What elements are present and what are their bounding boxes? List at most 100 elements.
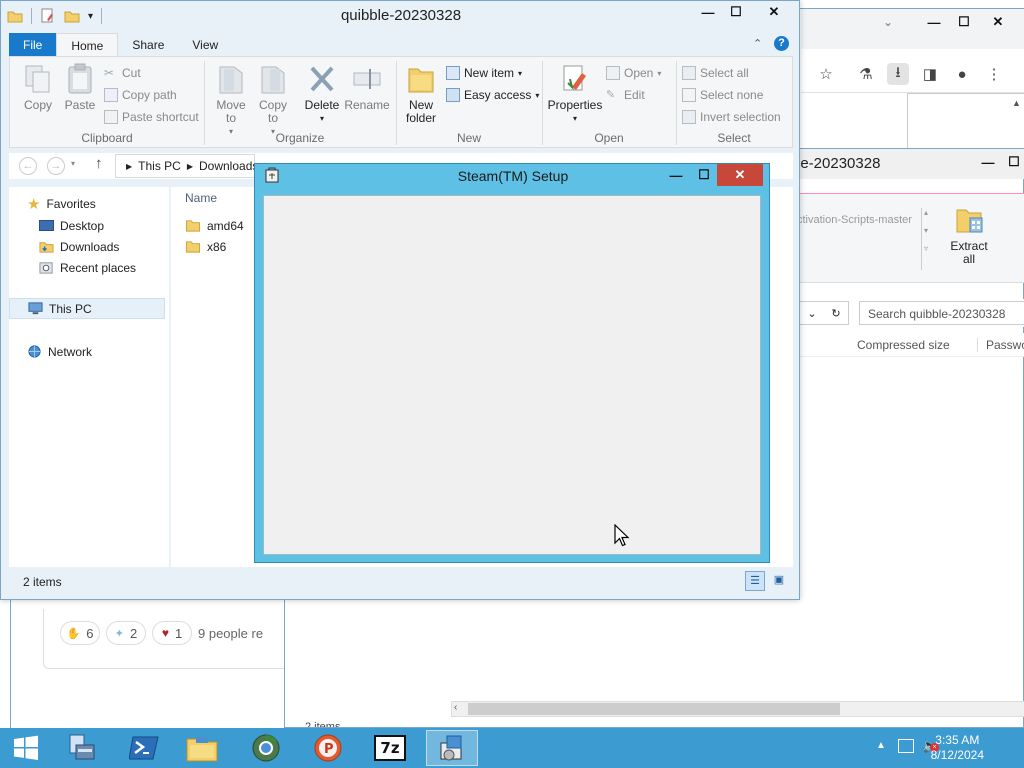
browser-maximize-button[interactable]: ☐ xyxy=(951,13,977,31)
server-manager-taskbar-button[interactable] xyxy=(54,730,106,766)
list-item[interactable]: amd64 xyxy=(185,215,244,236)
reaction-clap-pill[interactable]: ✋ 6 xyxy=(60,621,100,645)
select-none-button[interactable]: Select none xyxy=(682,85,781,105)
address-bar[interactable]: ▶ This PC ▶ Downloads xyxy=(115,154,255,178)
navigation-pane: ★ Favorites Desktop Downloads Recent pla… xyxy=(9,187,169,567)
tab-home[interactable]: Home xyxy=(56,33,119,57)
steam-setup-taskbar-button[interactable] xyxy=(426,730,478,766)
paste-shortcut-button[interactable]: Paste shortcut xyxy=(104,107,199,127)
extract-all-button[interactable]: Extract all xyxy=(945,204,993,266)
nav-this-pc[interactable]: This PC xyxy=(9,298,165,319)
browser-minimize-button[interactable]: — xyxy=(921,13,947,31)
nav-network[interactable]: Network xyxy=(27,341,92,362)
taskbar-clock[interactable]: 3:35 AM 8/12/2024 xyxy=(931,733,984,763)
breadcrumb-downloads[interactable]: Downloads xyxy=(199,159,254,173)
new-item-label: New item xyxy=(464,66,515,80)
ribbon-collapse-icon[interactable]: ⌃ xyxy=(753,37,762,50)
reaction-heart-pill[interactable]: ♥ 1 xyxy=(152,621,192,645)
recent-locations-icon[interactable]: ▾ xyxy=(71,159,75,168)
up-arrow-icon[interactable]: ↑ xyxy=(95,155,103,172)
bookmark-star-icon[interactable]: ☆ xyxy=(815,63,837,85)
copy-to-button[interactable]: Copy to ▾ xyxy=(254,63,292,138)
large-icons-view-icon[interactable]: ▣ xyxy=(769,571,789,591)
tab-file[interactable]: File xyxy=(9,33,57,57)
copy-path-button[interactable]: Copy path xyxy=(104,85,199,105)
reactions-people-text[interactable]: 9 people re xyxy=(198,626,263,641)
folder-icon xyxy=(7,11,23,23)
browser-menu-icon[interactable]: ⋮ xyxy=(983,63,1005,85)
new-item-button[interactable]: New item ▾ xyxy=(446,63,539,83)
properties-qat-icon[interactable] xyxy=(40,8,56,24)
nav-recent-places[interactable]: Recent places xyxy=(39,257,136,278)
explorer-minimize-button[interactable]: — xyxy=(695,3,721,21)
zip-minimize-button[interactable]: — xyxy=(975,153,1001,171)
dialog-maximize-button[interactable]: ☐ xyxy=(691,164,717,186)
tab-share[interactable]: Share xyxy=(118,33,178,57)
rename-button[interactable]: Rename xyxy=(344,63,390,112)
download-icon[interactable]: ⭳ xyxy=(887,63,909,85)
move-to-button[interactable]: Move to ▾ xyxy=(212,63,250,138)
explorer-close-button[interactable]: ✕ xyxy=(751,3,797,21)
column-password[interactable]: Passwo xyxy=(977,338,1024,352)
network-tray-icon[interactable] xyxy=(898,739,914,753)
edit-button[interactable]: ✎ Edit xyxy=(606,85,661,105)
profile-avatar-icon[interactable]: ● xyxy=(951,63,973,85)
paste-button[interactable]: Paste xyxy=(60,63,100,112)
scrollbar-thumb[interactable] xyxy=(468,703,840,715)
select-all-button[interactable]: Select all xyxy=(682,63,781,83)
back-arrow-icon[interactable]: ← xyxy=(19,157,37,175)
list-item[interactable]: x86 xyxy=(185,236,226,257)
forward-arrow-icon[interactable]: → xyxy=(47,157,65,175)
delete-label: Delete xyxy=(304,98,340,112)
taskbar: P 7z ▲ 🔈× 3:35 AM 8/12/2024 xyxy=(0,728,1024,768)
dialog-close-button[interactable]: ✕ xyxy=(717,164,763,186)
dialog-minimize-button[interactable]: — xyxy=(663,164,689,186)
rename-label: Rename xyxy=(344,98,390,112)
gallery-scroll[interactable]: ▴ ▾ ▿ xyxy=(921,208,931,270)
scissors-icon: ✂ xyxy=(104,66,115,80)
delete-button[interactable]: Delete ▾ xyxy=(302,63,342,125)
new-folder-button[interactable]: New folder xyxy=(402,63,440,125)
tab-dropdown-icon[interactable]: ⌄ xyxy=(883,15,893,29)
cut-button[interactable]: ✂ Cut xyxy=(104,63,199,83)
wps-presentation-taskbar-button[interactable]: P xyxy=(302,730,354,766)
explorer-maximize-button[interactable]: ☐ xyxy=(723,3,749,21)
qat-customize-icon[interactable]: ▾ xyxy=(88,11,93,22)
scroll-up-icon[interactable]: ▲ xyxy=(1012,98,1021,108)
copy-button[interactable]: Copy xyxy=(18,63,58,112)
side-panel-icon[interactable]: ◨ xyxy=(919,63,941,85)
zip-maximize-button[interactable]: ☐ xyxy=(1001,153,1024,171)
column-header-name[interactable]: Name xyxy=(185,191,217,205)
nav-downloads[interactable]: Downloads xyxy=(39,236,119,257)
browser-close-button[interactable]: ✕ xyxy=(985,13,1011,31)
scroll-left-icon[interactable]: ‹ xyxy=(454,702,457,713)
file-explorer-taskbar-button[interactable] xyxy=(176,730,228,766)
browser-toolbar: ☆ ⚗ ⭳ ◨ ● ⋮ xyxy=(801,57,1024,93)
refresh-icon[interactable]: ↻ xyxy=(831,307,840,320)
properties-button[interactable]: Properties ▾ xyxy=(548,63,602,125)
nav-desktop[interactable]: Desktop xyxy=(39,215,104,236)
new-folder-qat-icon[interactable] xyxy=(64,8,80,24)
help-icon[interactable]: ? xyxy=(774,36,789,51)
open-button[interactable]: Open ▾ xyxy=(606,63,661,83)
copy-to-icon xyxy=(261,66,285,94)
column-compressed-size[interactable]: Compressed size xyxy=(857,338,950,352)
details-view-icon[interactable]: ☰ xyxy=(745,571,765,591)
chrome-taskbar-button[interactable] xyxy=(240,730,292,766)
breadcrumb-this-pc[interactable]: This PC xyxy=(138,159,181,173)
history-dropdown-icon[interactable]: ⌄ xyxy=(807,307,816,320)
zip-search-input[interactable]: Search quibble-20230328 xyxy=(859,301,1024,325)
reaction-insightful-pill[interactable]: ✦ 2 xyxy=(106,621,146,645)
open-icon xyxy=(606,66,620,80)
invert-selection-button[interactable]: Invert selection xyxy=(682,107,781,127)
labs-flask-icon[interactable]: ⚗ xyxy=(855,63,877,85)
horizontal-scrollbar[interactable]: ‹ xyxy=(451,701,1024,717)
easy-access-button[interactable]: Easy access ▾ xyxy=(446,85,539,105)
tab-view[interactable]: View xyxy=(178,33,232,57)
powershell-taskbar-button[interactable] xyxy=(118,730,170,766)
clock-date: 8/12/2024 xyxy=(930,748,984,762)
nav-favorites[interactable]: ★ Favorites xyxy=(27,193,96,214)
show-hidden-icons-icon[interactable]: ▲ xyxy=(876,740,886,751)
start-button[interactable] xyxy=(0,730,52,766)
7zip-taskbar-button[interactable]: 7z xyxy=(364,730,416,766)
